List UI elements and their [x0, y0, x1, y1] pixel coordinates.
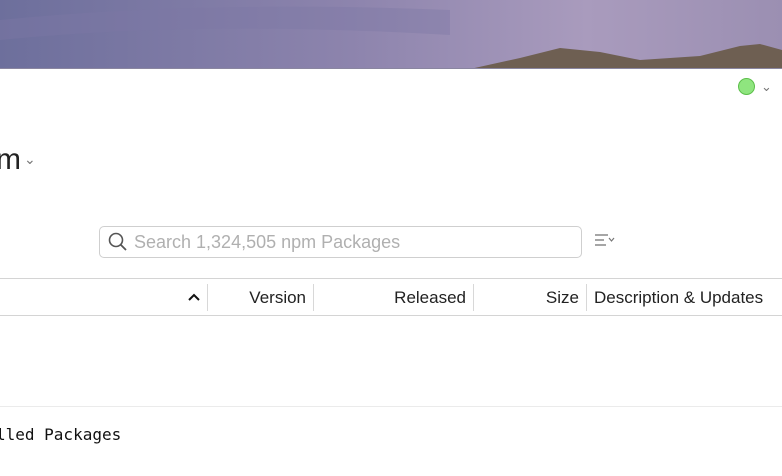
mountains-image — [0, 6, 782, 68]
column-header-description[interactable]: Description & Updates — [594, 284, 763, 311]
search-input[interactable] — [134, 231, 554, 253]
search-icon — [108, 232, 127, 251]
sort-ascending-icon[interactable] — [188, 292, 200, 302]
column-header-size[interactable]: Size — [474, 284, 579, 311]
registry-title[interactable]: m — [0, 143, 21, 177]
installed-packages-label: lled Packages — [0, 425, 122, 444]
sort-options-icon[interactable] — [594, 232, 616, 248]
search-field[interactable] — [99, 226, 582, 258]
section-divider — [0, 406, 782, 407]
column-header-version[interactable]: Version — [208, 284, 306, 311]
column-separator[interactable] — [586, 284, 587, 311]
desktop-wallpaper — [0, 0, 782, 69]
status-indicator[interactable] — [738, 78, 755, 95]
title-chevron-down-icon[interactable]: ⌄ — [24, 151, 36, 168]
table-header: Version Released Size Description & Upda… — [0, 278, 782, 316]
column-header-released[interactable]: Released — [314, 284, 466, 311]
status-chevron-down-icon[interactable]: ⌄ — [761, 79, 772, 95]
